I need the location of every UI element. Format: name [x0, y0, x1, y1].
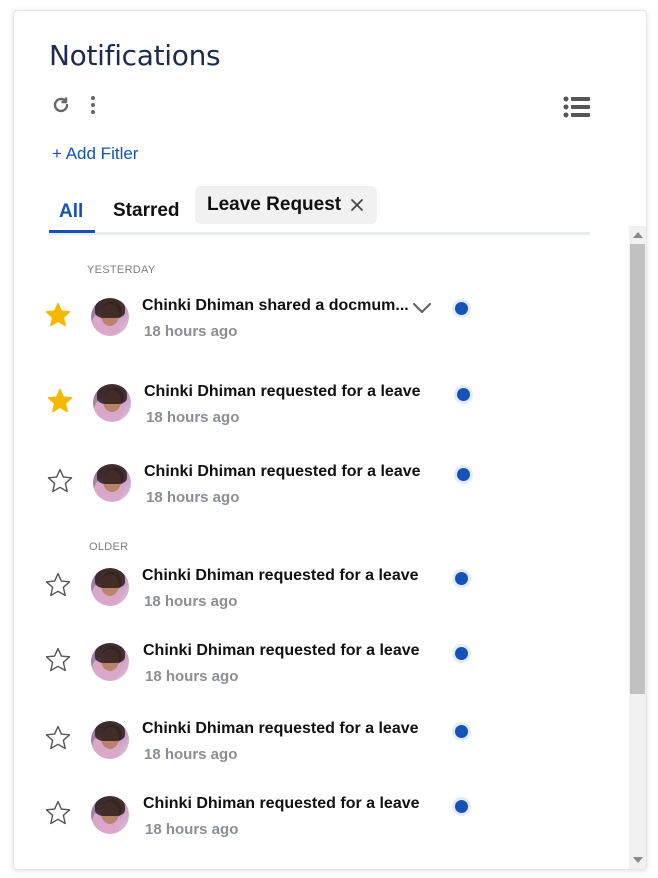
tab-bar: All Starred Leave Request: [48, 186, 590, 235]
notification-time: 18 hours ago: [144, 323, 238, 340]
notification-item[interactable]: Chinki Dhiman requested for a leave 18 ho…: [14, 463, 614, 523]
chevron-down-icon[interactable]: [412, 301, 432, 315]
notification-item[interactable]: Chinki Dhiman requested for a leave 18 ho…: [14, 795, 614, 855]
notification-time: 18 hours ago: [146, 489, 240, 506]
notification-item[interactable]: Chinki Dhiman requested for a leave 18 ho…: [14, 642, 614, 702]
star-outline-icon[interactable]: [44, 799, 72, 827]
star-filled-icon[interactable]: [44, 301, 72, 329]
unread-indicator: [457, 468, 470, 481]
notification-item[interactable]: Chinki Dhiman shared a docmum... 18 hours…: [14, 297, 614, 357]
notification-message[interactable]: Chinki Dhiman requested for a leave: [144, 383, 421, 401]
notification-message[interactable]: Chinki Dhiman requested for a leave: [142, 720, 419, 738]
notification-item[interactable]: Chinki Dhiman requested for a leave 18 ho…: [14, 567, 614, 627]
star-outline-icon[interactable]: [46, 467, 74, 495]
notifications-panel: Notifications + Add Fitler All Starred L…: [13, 10, 647, 870]
avatar: [91, 298, 129, 336]
scroll-up-arrow-icon[interactable]: [633, 232, 643, 238]
tab-all[interactable]: All: [48, 201, 96, 233]
avatar: [93, 464, 131, 502]
notification-item[interactable]: Chinki Dhiman requested for a leave 18 ho…: [14, 383, 614, 443]
notification-message[interactable]: Chinki Dhiman requested for a leave: [142, 567, 419, 585]
star-outline-icon[interactable]: [44, 724, 72, 752]
notification-time: 18 hours ago: [145, 821, 239, 838]
scrollbar-thumb[interactable]: [630, 244, 645, 694]
add-filter-button[interactable]: + Add Fitler: [52, 144, 138, 164]
star-filled-icon[interactable]: [46, 387, 74, 415]
unread-indicator: [455, 647, 468, 660]
star-outline-icon[interactable]: [44, 646, 72, 674]
close-icon[interactable]: [349, 197, 365, 213]
notification-message[interactable]: Chinki Dhiman requested for a leave: [144, 463, 421, 481]
filter-chip-leave-request: Leave Request: [195, 186, 378, 224]
notification-time: 18 hours ago: [144, 746, 238, 763]
scroll-down-arrow-icon[interactable]: [633, 857, 643, 863]
notification-time: 18 hours ago: [146, 409, 240, 426]
notification-message[interactable]: Chinki Dhiman requested for a leave: [143, 642, 420, 660]
unread-indicator: [457, 388, 470, 401]
notification-message[interactable]: Chinki Dhiman requested for a leave: [143, 795, 420, 813]
avatar: [91, 568, 129, 606]
section-header-yesterday: YESTERDAY: [87, 264, 156, 276]
avatar: [91, 796, 129, 834]
notification-item[interactable]: Chinki Dhiman requested for a leave 18 ho…: [14, 720, 614, 780]
filter-chip-label: Leave Request: [207, 194, 342, 215]
list-view-icon[interactable]: [563, 96, 591, 118]
refresh-icon[interactable]: [51, 95, 71, 115]
notification-time: 18 hours ago: [145, 668, 239, 685]
star-outline-icon[interactable]: [44, 571, 72, 599]
tab-starred[interactable]: Starred: [113, 200, 180, 222]
unread-indicator: [455, 725, 468, 738]
avatar: [91, 643, 129, 681]
unread-indicator: [455, 572, 468, 585]
scrollbar[interactable]: [629, 226, 646, 869]
more-vertical-icon[interactable]: [89, 95, 97, 115]
unread-indicator: [455, 302, 468, 315]
unread-indicator: [455, 800, 468, 813]
notification-message[interactable]: Chinki Dhiman shared a docmum...: [142, 297, 409, 315]
avatar: [93, 384, 131, 422]
notification-time: 18 hours ago: [144, 593, 238, 610]
section-header-older: OLDER: [89, 541, 129, 553]
avatar: [91, 721, 129, 759]
page-title: Notifications: [49, 39, 221, 72]
